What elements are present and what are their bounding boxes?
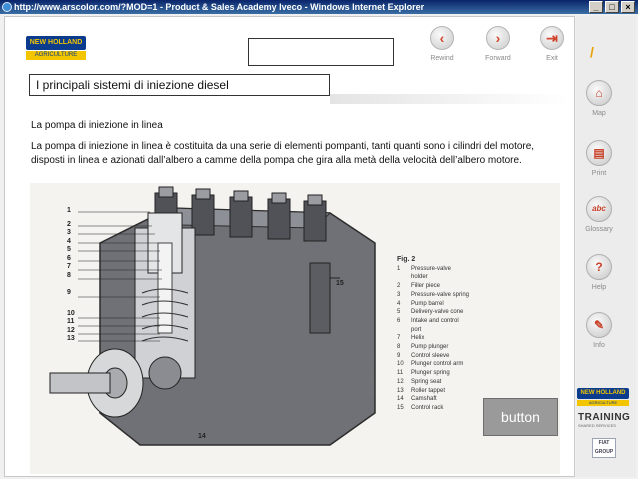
rewind-button[interactable]: ‹ Rewind: [418, 26, 466, 62]
legend-row: 13 Roller tappet: [397, 387, 446, 394]
callout-15: 15: [336, 280, 344, 287]
new-holland-logo-small: NEW HOLLAND AGRICULTURE: [577, 388, 629, 406]
legend-row: 1 Pressure-valve: [397, 265, 452, 272]
forward-icon: ›: [486, 26, 510, 50]
page-title: I principali sistemi di iniezione diesel: [29, 74, 330, 96]
legend-row: port: [411, 326, 422, 333]
window-controls: _ □ ×: [589, 1, 635, 13]
figure-legend: Fig. 2 1 Pressure-valve holder 2 Filler pi…: [397, 256, 469, 413]
injection-pump-diagram: 1 2 3 4 5 6 7 8 9 10 11 12 13 15 14: [30, 183, 560, 474]
map-icon: ⌂: [586, 80, 612, 106]
title-underline-fade: [330, 94, 570, 104]
minimize-button[interactable]: _: [589, 1, 603, 13]
legend-row: 9 Control sleeve: [397, 352, 450, 359]
sidebar-item-help[interactable]: ? Help: [583, 254, 615, 291]
legend-row: 14 Camshaft: [397, 396, 437, 403]
fiat-group-logo: FIAT GROUP: [592, 438, 616, 458]
sidebar-item-map[interactable]: ⌂ Map: [583, 80, 615, 117]
legend-row: 15 Control rack: [397, 404, 444, 411]
decorative-slash-icon: /: [590, 44, 594, 60]
training-logo: TRAINING SHARED SERVICES: [578, 412, 631, 428]
internet-explorer-icon: [2, 2, 12, 12]
maximize-button[interactable]: □: [605, 1, 619, 13]
info-icon: ✎: [586, 312, 612, 338]
sidebar-item-glossary[interactable]: abc Glossary: [583, 196, 615, 233]
empty-text-box[interactable]: [248, 38, 394, 66]
legend-row: 6 Intake and control: [397, 317, 459, 324]
new-holland-logo: NEW HOLLAND AGRICULTURE: [26, 36, 86, 62]
legend-row: 7 Helix: [397, 335, 425, 342]
action-button[interactable]: button: [483, 398, 558, 436]
help-icon: ?: [586, 254, 612, 280]
legend-row: 8 Pump plunger: [397, 344, 449, 351]
body-paragraph: La pompa di iniezione in linea è costitu…: [31, 141, 535, 166]
print-icon: ▤: [586, 140, 612, 166]
legend-row: 10 Plunger control arm: [397, 361, 464, 368]
legend-row: 5 Delivery-valve cone: [397, 309, 464, 316]
legend-row: 2 Filler piece: [397, 283, 441, 290]
legend-row: 3 Pressure-valve spring: [397, 291, 470, 298]
sidebar-item-print[interactable]: ▤ Print: [583, 140, 615, 177]
figure-heading: Fig. 2: [397, 256, 416, 263]
callout-numbers: 1 2 3 4 5 6 7 8 9 10 11 12 13: [67, 207, 75, 342]
callout-14: 14: [198, 433, 206, 440]
close-button[interactable]: ×: [621, 1, 635, 13]
sidebar-item-info[interactable]: ✎ Info: [583, 312, 615, 349]
legend-row: 12 Spring seat: [397, 378, 442, 385]
legend-row: holder: [411, 274, 428, 281]
window-title: http://www.arscolor.com/?MOD=1 - Product…: [14, 2, 425, 12]
exit-button[interactable]: ⇥ Exit: [528, 26, 576, 62]
legend-row: 4 Pump barrel: [397, 300, 444, 307]
glossary-icon: abc: [586, 196, 612, 222]
forward-button[interactable]: › Forward: [474, 26, 522, 62]
window-titlebar: http://www.arscolor.com/?MOD=1 - Product…: [0, 0, 638, 14]
exit-icon: ⇥: [540, 26, 564, 50]
figure-code: © UMK0409-1Y: [370, 352, 376, 395]
legend-row: 11 Plunger spring: [397, 370, 450, 377]
section-subheading: La pompa di iniezione in linea: [31, 120, 163, 131]
pump-illustration: [49, 186, 376, 446]
rewind-icon: ‹: [430, 26, 454, 50]
